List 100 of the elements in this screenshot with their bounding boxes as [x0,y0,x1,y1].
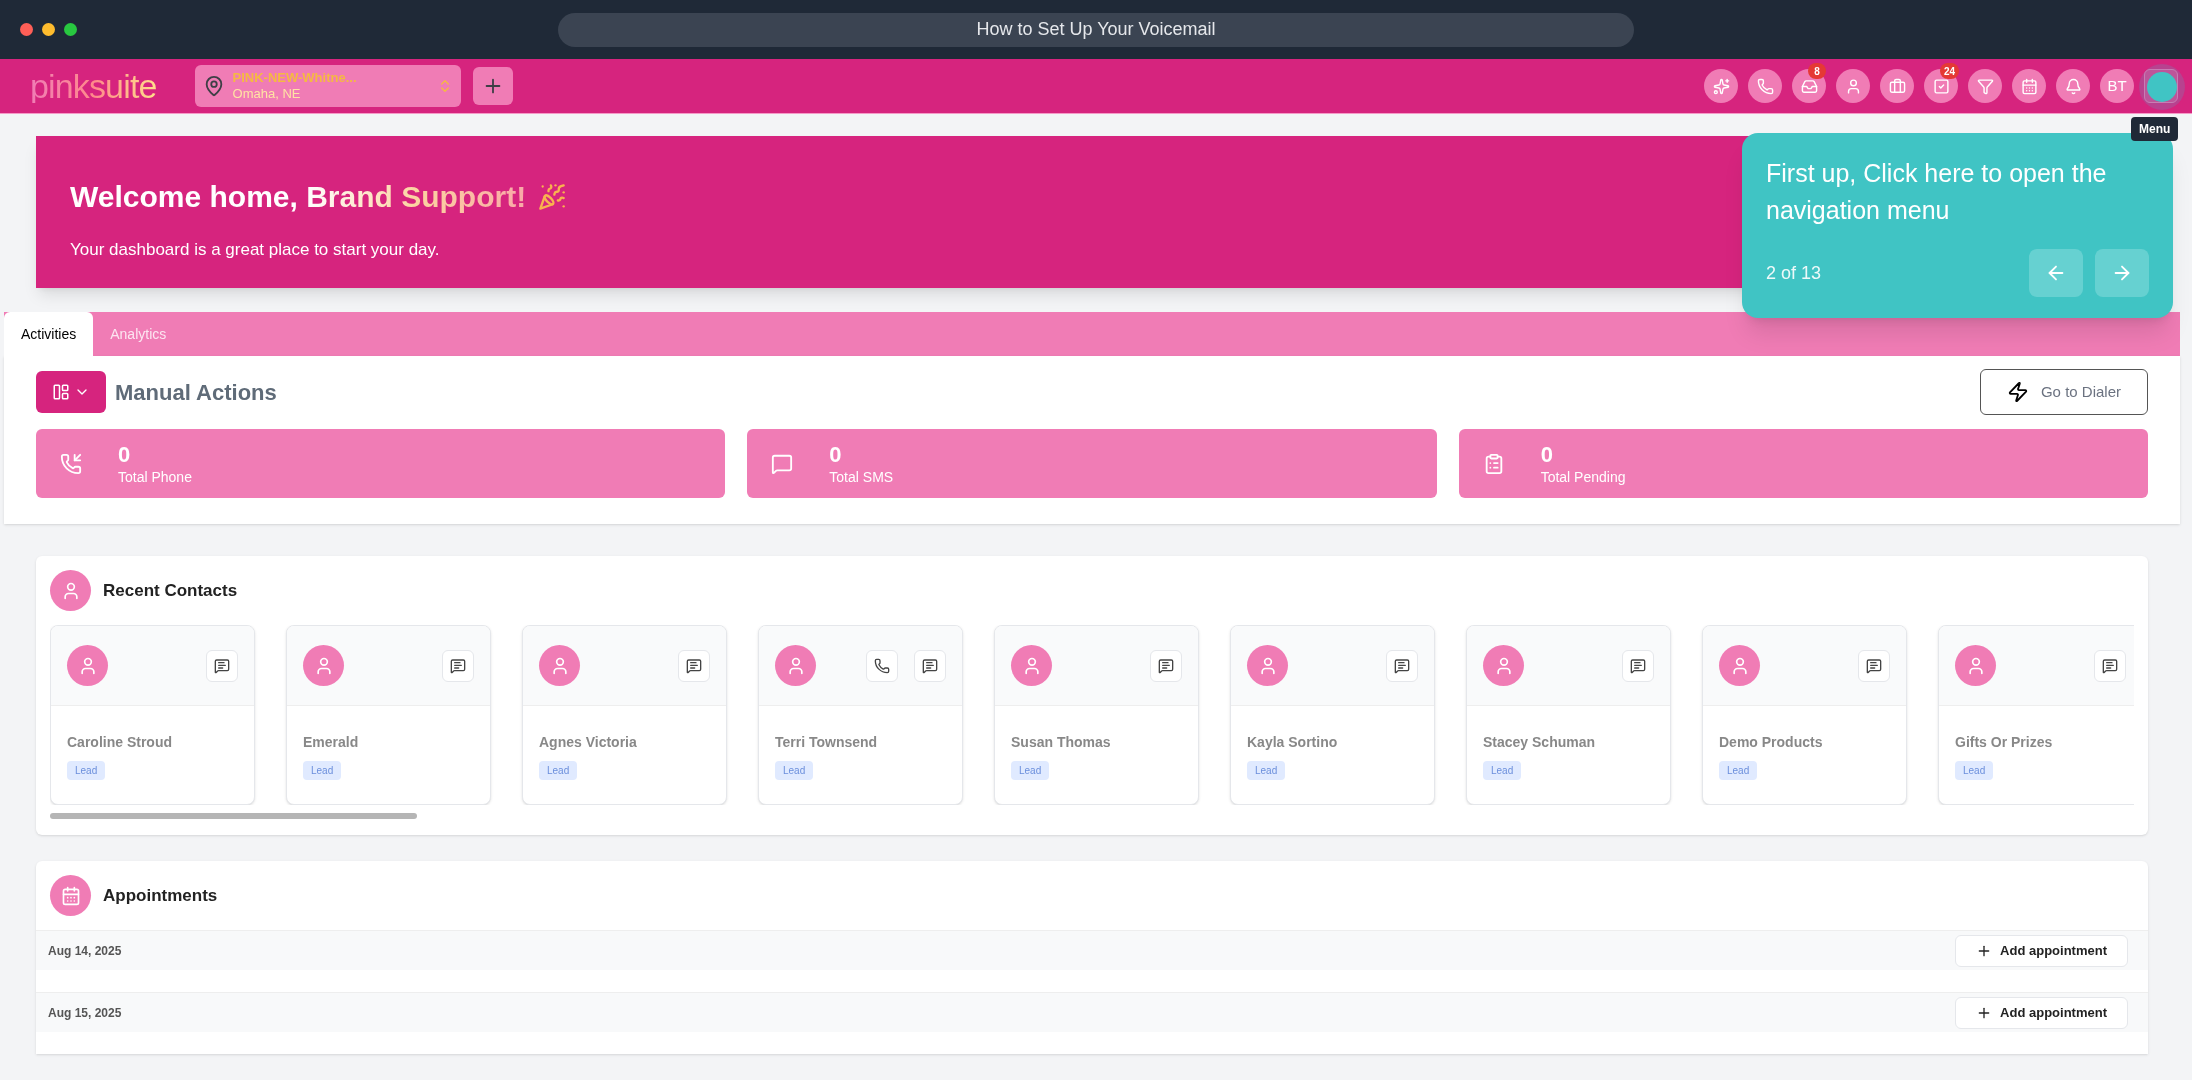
contact-name: Agnes Victoria [539,733,638,752]
section-title: Appointments [103,884,218,907]
contact-card[interactable]: Terri Townsend Lead [758,625,963,805]
message-icon [686,657,702,674]
message-icon [450,657,466,674]
welcome-heading: Welcome home, Brand Support! [70,179,527,215]
user-avatar[interactable]: BT [2100,69,2134,103]
contact-name: Emerald [303,733,360,752]
contact-tag: Lead [1483,761,1522,780]
message-button[interactable] [1150,649,1182,682]
bell-button[interactable] [2056,69,2090,103]
stat-value: 0 [1540,441,1554,469]
checkbox-icon [1932,77,1950,95]
menu-tooltip: Menu [2131,117,2179,141]
checkbox-button[interactable] [1924,69,1958,103]
avatar-icon [303,645,344,686]
inbox-button[interactable] [1792,69,1826,103]
avatar-icon [775,645,816,686]
contact-tag: Lead [1719,761,1758,780]
contact-tag: Lead [1955,761,1994,780]
message-button[interactable] [2094,649,2126,682]
location-name: PINK-NEW-Whitne... [232,69,358,86]
contact-card[interactable]: Gifts Or Prizes Lead [1938,625,2134,805]
stat-label: Total SMS [829,468,894,486]
briefcase-button[interactable] [1880,69,1914,103]
tab[interactable]: Analytics [93,312,184,356]
stat-label: Total Pending [1540,468,1626,486]
add-appointment-button[interactable]: Add appointment [1955,934,2128,967]
layout-icon [52,383,70,401]
user-button[interactable] [1836,69,1870,103]
contact-card[interactable]: Emerald Lead [286,625,491,805]
contact-name: Demo Products [1719,733,1824,752]
message-icon [214,657,230,674]
contact-tag: Lead [1247,761,1286,780]
calendar-icon [2020,77,2038,95]
message-button[interactable] [1622,649,1654,682]
contact-name: Terri Townsend [775,733,879,752]
sparkle-icon [1712,77,1730,95]
filter-icon [1976,77,1994,95]
filter-button[interactable] [1968,69,2002,103]
message-icon [1866,657,1882,674]
location-city: Omaha, NE [232,86,302,103]
avatar-icon [1719,645,1760,686]
phone-icon [60,452,82,475]
contact-name: Caroline Stroud [67,733,173,752]
contact-tag: Lead [539,761,578,780]
window-title: How to Set Up Your Voicemail [558,12,1634,47]
chat-icon [771,452,794,475]
message-icon [1630,657,1646,674]
message-icon [1158,657,1174,674]
appointment-date: Aug 15, 2025 [48,1004,122,1022]
contact-card[interactable]: Agnes Victoria Lead [522,625,727,805]
message-button[interactable] [678,649,710,682]
contact-card[interactable]: Susan Thomas Lead [994,625,1199,805]
add-appointment-button[interactable]: Add appointment [1955,996,2128,1029]
message-button[interactable] [914,649,946,682]
contact-name: Susan Thomas [1011,733,1112,752]
contact-tag: Lead [303,761,342,780]
contact-card[interactable]: Demo Products Lead [1702,625,1907,805]
contact-card[interactable]: Stacey Schuman Lead [1466,625,1671,805]
welcome-subtitle: Your dashboard is a great place to start your day. [70,239,441,261]
go-to-dialer-button[interactable]: Go to Dialer [1979,369,2148,415]
sparkle-button[interactable] [1704,69,1738,103]
message-button[interactable] [442,649,474,682]
stat-label: Total Phone [118,468,192,486]
phone-button[interactable] [1748,69,1782,103]
bell-icon [2064,77,2082,95]
avatar-icon [67,645,108,686]
phone-icon [874,657,890,674]
tab[interactable]: Activities [4,312,94,356]
lightning-icon [2006,381,2029,403]
message-icon [922,657,938,674]
contact-tag: Lead [67,761,106,780]
appointments-icon [50,875,91,916]
notification-badge: 8 [1808,63,1826,79]
message-button[interactable] [206,649,238,682]
message-button[interactable] [1858,649,1890,682]
layout-dropdown-button[interactable] [36,371,106,413]
contact-card[interactable]: Kayla Sortino Lead [1230,625,1435,805]
section-title: Manual Actions [115,378,277,407]
contact-name: Kayla Sortino [1247,733,1339,752]
call-button[interactable] [866,649,898,682]
calendar-button[interactable] [2012,69,2046,103]
party-popper-icon [538,182,567,211]
appointment-date: Aug 14, 2025 [48,942,122,960]
add-button[interactable] [472,67,513,105]
avatar-icon [1011,645,1052,686]
notification-badge: 24 [1940,63,1960,79]
avatar-icon [1247,645,1288,686]
contact-tag: Lead [1011,761,1050,780]
avatar-icon [1955,645,1996,686]
message-button[interactable] [1386,649,1418,682]
message-icon [1394,657,1410,674]
stat-value: 0 [118,441,132,469]
contact-tag: Lead [775,761,814,780]
location-selector[interactable]: PINK-NEW-Whitne... Omaha, NE [194,65,461,107]
stat-value: 0 [829,441,843,469]
contact-name: Stacey Schuman [1483,733,1597,752]
contact-card[interactable]: Caroline Stroud Lead [50,625,255,805]
phone-icon [1756,77,1774,95]
